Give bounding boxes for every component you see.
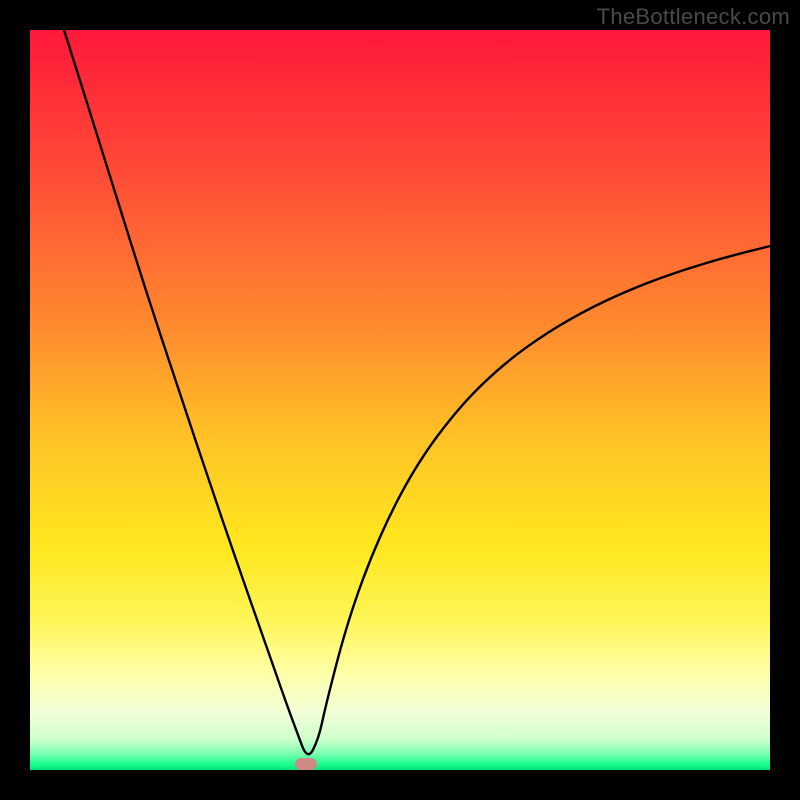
gradient-background [30,30,770,770]
watermark-text: TheBottleneck.com [597,4,790,30]
chart-frame: TheBottleneck.com [0,0,800,800]
chart-plot [30,30,770,770]
optimum-marker [295,758,317,770]
